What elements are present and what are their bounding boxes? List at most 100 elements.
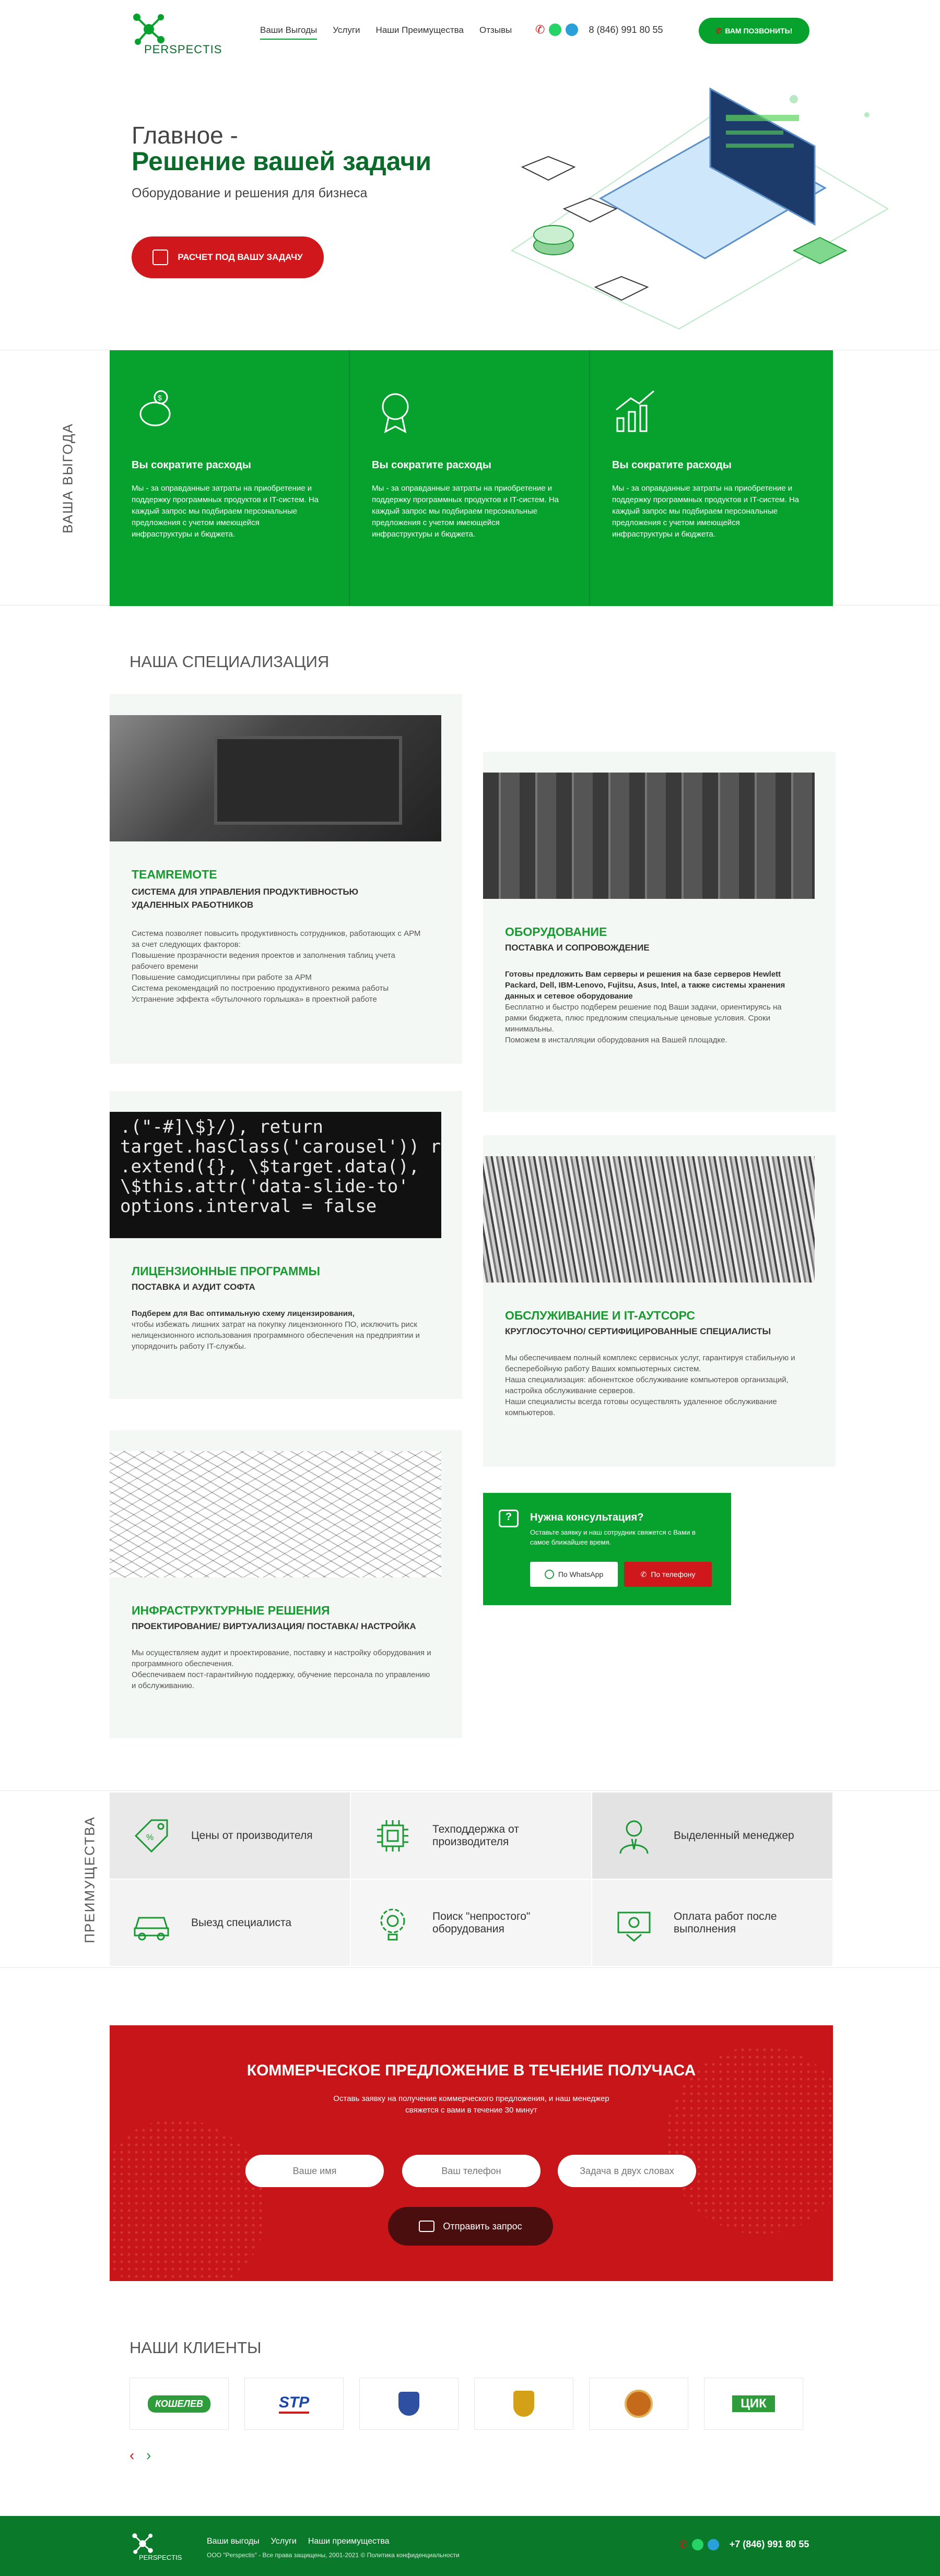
advantages-side-label: ПРЕИМУЩЕСТВА <box>81 1816 98 1943</box>
shield-emblem-icon <box>398 2392 419 2416</box>
handset-icon: ✆ <box>715 26 722 35</box>
advantage-item: % Цены от производителя <box>110 1792 350 1879</box>
client-logo[interactable]: STP <box>244 2378 344 2430</box>
whatsapp-icon[interactable] <box>691 2538 703 2550</box>
client-logo[interactable]: КОШЕЛЕВ <box>130 2378 229 2430</box>
phone-icon: ✆ <box>640 1570 647 1578</box>
advantage-item: Оплата работ после выполнения <box>592 1880 832 1966</box>
offer-title: КОММЕРЧЕСКОЕ ПРЕДЛОЖЕНИЕ В ТЕЧЕНИЕ ПОЛУЧ… <box>246 2062 696 2079</box>
nav-advantages[interactable]: Наши Преимущества <box>376 25 464 40</box>
card-title: TEAMREMOTE <box>132 868 217 881</box>
price-tag-icon: % <box>134 1819 168 1853</box>
advantage-label: Оплата работ после выполнения <box>674 1910 777 1935</box>
benefit-title: Вы сократите расходы <box>132 459 251 471</box>
footer-nav-services[interactable]: Услуги <box>271 2537 297 2546</box>
carousel-prev-arrow[interactable]: ‹ <box>130 2447 134 2464</box>
footer: PERSPECTIS Ваши выгоды Услуги Наши преим… <box>0 2516 940 2576</box>
benefit-text: Мы - за оправданные затраты на приобрете… <box>132 484 319 539</box>
nav-services[interactable]: Услуги <box>333 25 360 40</box>
advantage-item: Выделенный менеджер <box>592 1792 832 1879</box>
benefit-card: Вы сократите расходы Мы - за оправданные… <box>350 350 590 606</box>
payment-icon <box>617 1912 651 1942</box>
telegram-icon[interactable] <box>566 23 579 36</box>
growth-chart-icon <box>616 390 654 432</box>
card-subtitle: КРУГЛОСУТОЧНО/ СЕРТИФИЦИРОВАННЫЕ СПЕЦИАЛ… <box>505 1326 771 1336</box>
benefit-card: Вы сократите расходы Мы - за оправданные… <box>590 350 833 606</box>
nav-benefits[interactable]: Ваши Выгоды <box>260 25 318 40</box>
name-input[interactable] <box>245 2155 384 2187</box>
header-phone[interactable]: 8 (846) 991 80 55 <box>589 25 663 35</box>
logo-molecule-icon <box>132 2533 153 2554</box>
spec-card-licenses[interactable]: .("-#]\$}/), return target.hasClass('car… <box>110 1091 462 1399</box>
telegram-icon[interactable] <box>707 2538 719 2550</box>
hero-cta-button[interactable]: РАСЧЕТ ПОД ВАШУ ЗАДАЧУ <box>132 236 324 278</box>
client-logo[interactable]: ЦИК <box>704 2378 803 2430</box>
consult-phone-button[interactable]: ✆ По телефону <box>624 1562 712 1587</box>
equipment-image <box>483 773 815 899</box>
hero-subtitle: Оборудование и решения для бизнеса <box>132 186 368 200</box>
card-text: Система позволяет повысить продуктивност… <box>132 929 421 1004</box>
footer-contacts: ✆ +7 (846) 991 80 55 <box>679 2538 809 2551</box>
benefit-card: $ Вы сократите расходы Мы - за оправданн… <box>110 350 350 606</box>
footer-nav-benefits[interactable]: Ваши выгоды <box>207 2537 260 2546</box>
spec-card-teamremote[interactable]: TEAMREMOTE СИСТЕМА ДЛЯ УПРАВЛЕНИЯ ПРОДУК… <box>110 694 462 1064</box>
card-text: Готовы предложить Вам серверы и решения … <box>505 970 785 1044</box>
spec-card-infrastructure[interactable]: ИНФРАСТРУКТУРНЫЕ РЕШЕНИЯ ПРОЕКТИРОВАНИЕ/… <box>110 1430 462 1738</box>
hero: Главное - Решение вашей задачи Оборудова… <box>0 63 940 350</box>
car-icon <box>134 1917 169 1940</box>
offer-section: КОММЕРЧЕСКОЕ ПРЕДЛОЖЕНИЕ В ТЕЧЕНИЕ ПОЛУЧ… <box>110 2025 833 2281</box>
specialization-title: НАША СПЕЦИАЛИЗАЦИЯ <box>130 652 330 671</box>
card-text: Мы обеспечиваем полный комплекс сервисны… <box>505 1354 795 1417</box>
service-cables-image <box>483 1156 815 1283</box>
svg-text:%: % <box>146 1833 154 1842</box>
whatsapp-icon[interactable] <box>549 23 562 36</box>
phone-icon[interactable]: ✆ <box>679 2538 688 2551</box>
client-logo[interactable] <box>359 2378 459 2430</box>
header-contacts: ✆ 8 (846) 991 80 55 <box>535 23 663 37</box>
award-medal-icon <box>382 393 409 433</box>
logo-molecule-icon <box>133 14 164 45</box>
clients-carousel: КОШЕЛЕВ STP ЦИК <box>130 2378 814 2430</box>
offer-text-2: свяжется с вами в течение 30 минут <box>405 2106 537 2115</box>
spec-card-service[interactable]: ОБСЛУЖИВАНИЕ И IT-АУТСОРС КРУГЛОСУТОЧНО/… <box>483 1135 836 1467</box>
phone-icon[interactable]: ✆ <box>535 23 545 37</box>
client-logo[interactable] <box>589 2378 688 2430</box>
client-logo[interactable] <box>474 2378 573 2430</box>
advantages-grid: % Цены от производителя Техподдержка от … <box>110 1792 833 1966</box>
clients-title: НАШИ КЛИЕНТЫ <box>130 2338 262 2357</box>
licenses-code-image: .("-#]\$}/), return target.hasClass('car… <box>110 1112 441 1238</box>
advantage-label: Техподдержка от производителя <box>432 1823 519 1848</box>
laptop-illustration <box>510 87 889 330</box>
hero-title-line1: Главное - <box>132 122 238 149</box>
card-title: ОБОРУДОВАНИЕ <box>505 925 607 939</box>
card-subtitle: ПРОЕКТИРОВАНИЕ/ ВИРТУАЛИЗАЦИЯ/ ПОСТАВКА/… <box>132 1621 416 1631</box>
calculator-icon <box>152 250 169 265</box>
footer-logo-text: PERSPECTIS <box>139 2554 182 2561</box>
gear-bulb-icon <box>380 1908 405 1940</box>
coat-of-arms-icon <box>513 2391 534 2417</box>
consult-whatsapp-button[interactable]: По WhatsApp <box>530 1562 618 1587</box>
submit-request-button[interactable]: Отправить запрос <box>388 2207 553 2246</box>
phone-input[interactable] <box>402 2155 540 2187</box>
footer-phone[interactable]: +7 (846) 991 80 55 <box>730 2539 809 2550</box>
offer-text-1: Оставь заявку на получение коммерческого… <box>333 2094 609 2103</box>
advantage-label: Поиск "непростого" оборудования <box>432 1910 531 1935</box>
round-seal-icon <box>625 2390 653 2418</box>
consultation-box: ? Нужна консультация? Оставьте заявку и … <box>483 1493 731 1605</box>
spec-card-equipment[interactable]: ОБОРУДОВАНИЕ ПОСТАВКА И СОПРОВОЖДЕНИЕ Го… <box>483 752 836 1112</box>
benefit-title: Вы сократите расходы <box>372 459 491 471</box>
footer-copyright: ООО "Perspectis" - Все права защищены, 2… <box>207 2551 460 2559</box>
footer-nav-advantages[interactable]: Наши преимущества <box>308 2537 390 2546</box>
card-title: ИНФРАСТРУКТУРНЫЕ РЕШЕНИЯ <box>132 1604 330 1617</box>
carousel-next-arrow[interactable]: › <box>146 2447 151 2464</box>
advantage-item: Выезд специалиста <box>110 1880 350 1966</box>
nav-reviews[interactable]: Отзывы <box>479 25 512 40</box>
task-input[interactable] <box>558 2155 696 2187</box>
consult-text: Оставьте заявку и наш сотрудник свяжется… <box>530 1528 696 1546</box>
footer-logo[interactable]: PERSPECTIS <box>131 2531 193 2567</box>
logo[interactable]: PERSPECTIS <box>131 9 221 62</box>
hero-title-line2: Решение вашей задачи <box>132 147 432 176</box>
benefits-side-label: ВАША ВЫГОДА <box>60 423 76 533</box>
advantage-item: Техподдержка от производителя <box>351 1792 591 1879</box>
callback-button[interactable]: ✆ ВАМ ПОЗВОНИТЬ! <box>699 18 809 44</box>
